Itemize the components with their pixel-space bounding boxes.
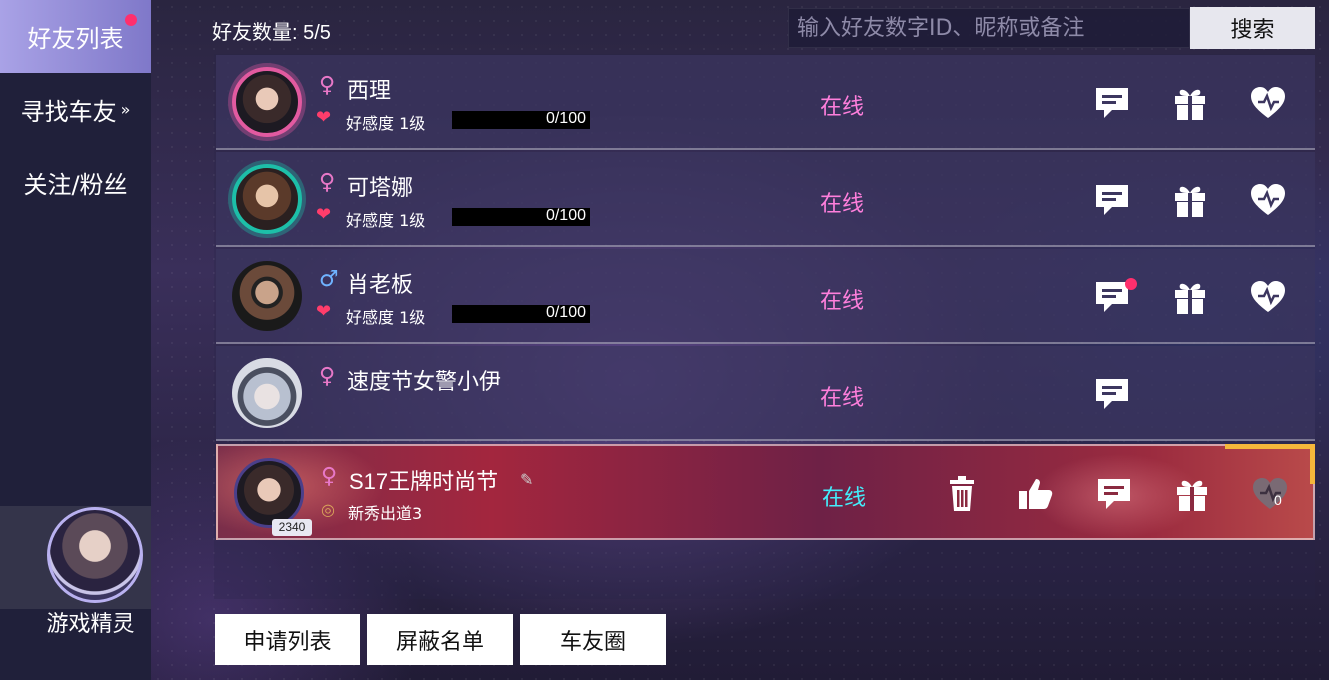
online-status: 在线 bbox=[820, 95, 865, 120]
heart-icon[interactable] bbox=[1246, 277, 1290, 317]
rank-icon: ◎ bbox=[321, 500, 335, 519]
avatar[interactable] bbox=[232, 164, 302, 234]
favor-value: 0/100 bbox=[545, 110, 586, 127]
message-icon[interactable] bbox=[1090, 374, 1134, 414]
notification-dot bbox=[1125, 278, 1137, 290]
female-icon: ♀ bbox=[319, 170, 336, 195]
search-button[interactable]: 搜索 bbox=[1190, 7, 1315, 49]
message-icon[interactable] bbox=[1090, 83, 1134, 123]
male-icon: ♂ bbox=[319, 267, 339, 292]
block-list-button[interactable]: 屏蔽名单 bbox=[367, 614, 513, 665]
heart-icon[interactable] bbox=[1248, 474, 1292, 514]
gift-icon[interactable] bbox=[1168, 83, 1212, 123]
friend-row[interactable]: ♀ 速度节女警小伊 在线 bbox=[216, 346, 1315, 441]
sidebar-item-label: 好友列表 bbox=[27, 25, 124, 53]
car-circle-button[interactable]: 车友圈 bbox=[520, 614, 666, 665]
sidebar-item-friend-list[interactable]: 好友列表 bbox=[0, 0, 151, 73]
sidebar-item-follow-fans[interactable]: 关注/粉丝 bbox=[0, 146, 151, 219]
genie-label: 游戏精灵 bbox=[46, 612, 135, 637]
friend-count: 好友数量: 5/5 bbox=[212, 22, 331, 44]
favor-value: 0/100 bbox=[545, 304, 586, 321]
sidebar: 好友列表 寻找车友 » 关注/粉丝 游戏精灵 bbox=[0, 0, 151, 680]
friend-row-self[interactable]: 2340 ♀ S17王牌时尚节 ✎ ◎ 新秀出道3 在线 0 bbox=[216, 444, 1315, 540]
friend-row[interactable]: ♀ 西理 ❤ 好感度 1级 0/100 在线 bbox=[216, 55, 1315, 150]
female-icon: ♀ bbox=[319, 364, 336, 389]
favor-heart-icon: ❤ bbox=[316, 204, 332, 225]
favor-level: 好感度 1级 bbox=[346, 308, 426, 327]
level-badge: 2340 bbox=[272, 519, 312, 536]
online-status: 在线 bbox=[820, 386, 865, 411]
sidebar-item-find-friends[interactable]: 寻找车友 » bbox=[0, 73, 151, 146]
online-status: 在线 bbox=[822, 486, 867, 511]
heart-icon[interactable] bbox=[1246, 180, 1290, 220]
thumbs-up-icon[interactable] bbox=[1014, 474, 1058, 514]
notification-dot bbox=[125, 14, 137, 26]
heart-count: 0 bbox=[1274, 492, 1282, 508]
favor-heart-icon: ❤ bbox=[316, 301, 332, 322]
friend-name: 肖老板 bbox=[347, 273, 414, 298]
favor-level: 好感度 1级 bbox=[346, 211, 426, 230]
friend-name: 可塔娜 bbox=[347, 176, 414, 201]
message-icon[interactable] bbox=[1090, 180, 1134, 220]
rank-label: 新秀出道3 bbox=[348, 504, 423, 523]
favor-heart-icon: ❤ bbox=[316, 107, 332, 128]
message-icon[interactable] bbox=[1092, 474, 1136, 514]
avatar[interactable] bbox=[232, 67, 302, 137]
sidebar-item-label: 寻找车友 bbox=[20, 98, 117, 126]
online-status: 在线 bbox=[820, 192, 865, 217]
favor-level: 好感度 1级 bbox=[346, 114, 426, 133]
avatar[interactable] bbox=[232, 261, 302, 331]
friend-name: 速度节女警小伊 bbox=[347, 370, 502, 395]
avatar[interactable] bbox=[232, 358, 302, 428]
friend-row[interactable]: ♀ 可塔娜 ❤ 好感度 1级 0/100 在线 bbox=[216, 152, 1315, 247]
sidebar-item-label: 关注/粉丝 bbox=[23, 171, 128, 199]
friend-name: 西理 bbox=[347, 79, 392, 104]
genie-avatar[interactable] bbox=[47, 507, 143, 603]
female-icon: ♀ bbox=[319, 73, 336, 98]
avatar[interactable] bbox=[234, 458, 304, 528]
gift-icon[interactable] bbox=[1168, 277, 1212, 317]
apply-list-button[interactable]: 申请列表 bbox=[215, 614, 360, 665]
favor-value: 0/100 bbox=[545, 207, 586, 224]
gift-icon[interactable] bbox=[1168, 180, 1212, 220]
gift-icon[interactable] bbox=[1170, 474, 1214, 514]
female-icon: ♀ bbox=[321, 464, 338, 489]
friend-row[interactable]: ♂ 肖老板 ❤ 好感度 1级 0/100 在线 bbox=[216, 249, 1315, 344]
online-status: 在线 bbox=[820, 289, 865, 314]
chevron-icon: » bbox=[120, 100, 131, 119]
trash-icon[interactable] bbox=[940, 474, 984, 514]
heart-icon[interactable] bbox=[1246, 83, 1290, 123]
edit-icon[interactable]: ✎ bbox=[520, 470, 533, 489]
search-input[interactable] bbox=[788, 8, 1190, 48]
friend-name: S17王牌时尚节 bbox=[349, 469, 499, 494]
